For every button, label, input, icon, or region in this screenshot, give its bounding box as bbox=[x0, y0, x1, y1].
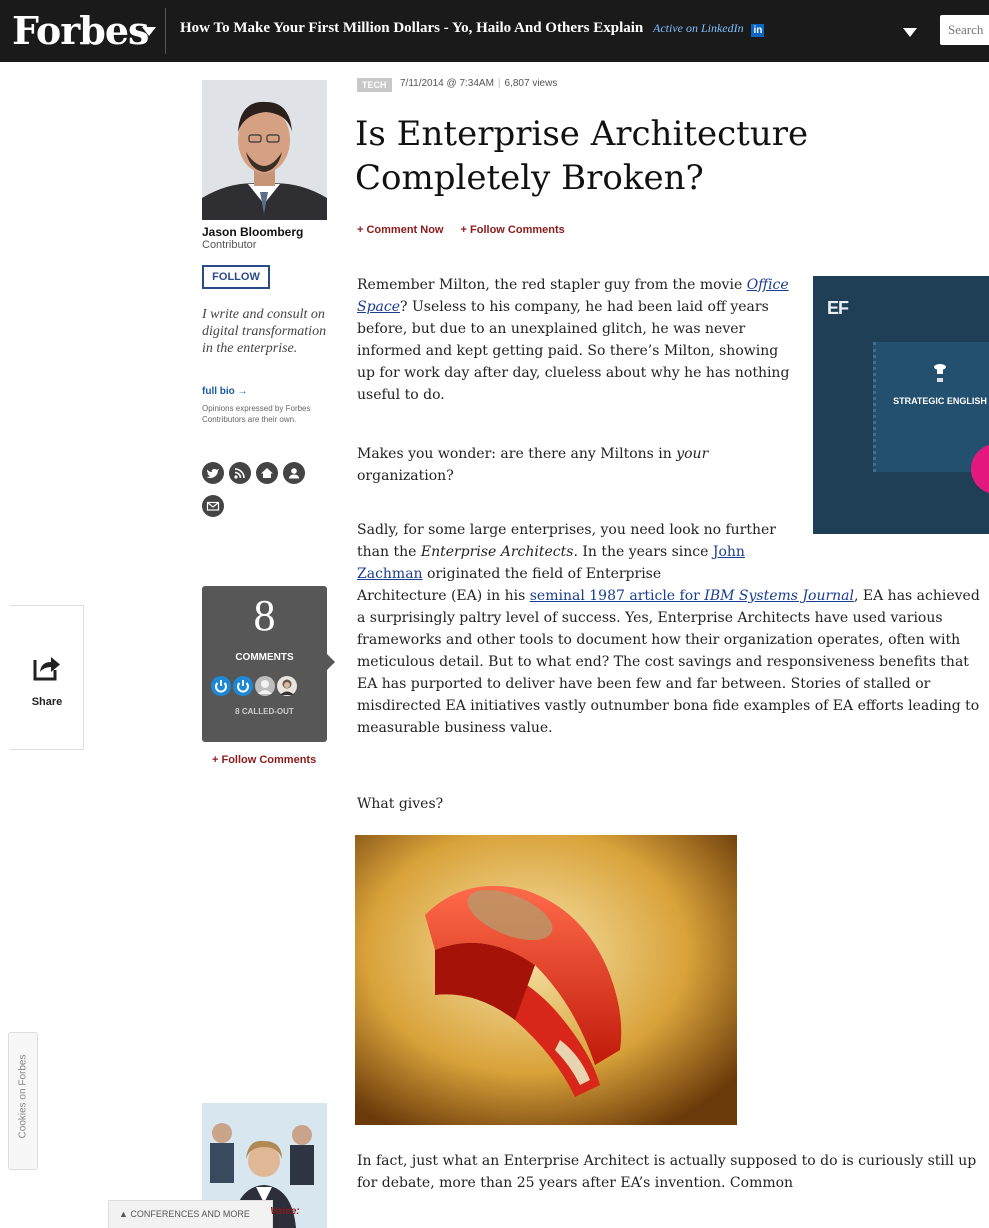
paragraph-text: Remember Milton, the red stapler guy fro… bbox=[357, 277, 747, 293]
follow-comments-link[interactable]: + Follow Comments bbox=[461, 224, 565, 236]
article-paragraph: Makes you wonder: are there any Miltons … bbox=[357, 443, 797, 487]
article-paragraph: Sadly, for some large enterprises, you n… bbox=[357, 519, 797, 585]
red-stapler-image bbox=[355, 835, 737, 1125]
cookies-label: Cookies on Forbes bbox=[17, 1054, 29, 1139]
paragraph-text: , EA has achieved a surprisingly paltry … bbox=[357, 588, 980, 736]
comment-actions: + Comment Now + Follow Comments bbox=[357, 224, 579, 236]
paragraph-text: Makes you wonder: are there any Miltons … bbox=[357, 446, 677, 462]
article-meta: 7/11/2014 @ 7:34AM | 6,807 views bbox=[400, 78, 557, 89]
comment-now-link[interactable]: + Comment Now bbox=[357, 224, 443, 236]
emphasis: your bbox=[676, 446, 709, 462]
hat-icon bbox=[934, 364, 946, 382]
headline-dropdown-icon[interactable] bbox=[903, 28, 917, 37]
author-bio: I write and consult on digital transform… bbox=[202, 307, 327, 356]
power-user-icon[interactable] bbox=[211, 676, 231, 696]
advertisement[interactable]: EF STRATEGIC ENGLISH bbox=[813, 276, 989, 534]
promoted-headline[interactable]: How To Make Your First Million Dollars -… bbox=[180, 20, 765, 37]
headline-text[interactable]: How To Make Your First Million Dollars -… bbox=[180, 20, 643, 36]
author-photo[interactable] bbox=[202, 80, 327, 220]
brandvoice-label[interactable]: Voice: bbox=[270, 1206, 300, 1217]
search-input[interactable] bbox=[940, 15, 989, 45]
commenter-avatar[interactable] bbox=[277, 676, 297, 696]
power-user-icon[interactable] bbox=[233, 676, 253, 696]
view-count: 6,807 views bbox=[504, 78, 558, 89]
paragraph-text: Architecture (EA) in his bbox=[357, 588, 530, 604]
paragraph-text: ? Useless to his company, he had been la… bbox=[357, 299, 790, 403]
follow-author-button[interactable]: FOLLOW bbox=[202, 265, 270, 289]
profile-icon[interactable] bbox=[283, 462, 305, 484]
called-out-count: 8 CALLED-OUT bbox=[235, 707, 294, 716]
author-role: Contributor bbox=[202, 239, 257, 251]
author-name[interactable]: Jason Bloomberg bbox=[202, 225, 303, 239]
rss-icon[interactable] bbox=[229, 462, 251, 484]
conferences-bar[interactable]: ▲ CONFERENCES AND MORE bbox=[108, 1200, 273, 1228]
menu-caret-icon[interactable] bbox=[142, 27, 156, 36]
article-paragraph: In fact, just what an Enterprise Archite… bbox=[357, 1153, 977, 1191]
paragraph-text: originated the field of Enterprise bbox=[422, 566, 662, 582]
divider bbox=[165, 8, 166, 54]
follow-comments-link[interactable]: + Follow Comments bbox=[212, 754, 316, 766]
commenter-avatar[interactable] bbox=[255, 676, 275, 696]
share-panel[interactable]: Share bbox=[10, 605, 84, 750]
ibm-systems-journal-link[interactable]: seminal 1987 article for IBM Systems Jou… bbox=[530, 588, 854, 604]
forbes-logo[interactable]: Forbes bbox=[12, 8, 149, 53]
twitter-icon[interactable] bbox=[202, 462, 224, 484]
ad-book-cover bbox=[873, 342, 989, 472]
author-social-links bbox=[202, 462, 332, 528]
article-paragraph: Remember Milton, the red stapler guy fro… bbox=[357, 274, 797, 406]
comments-label: COMMENTS bbox=[235, 652, 294, 663]
linkedin-icon: in bbox=[751, 24, 765, 37]
emphasis: Enterprise Architects bbox=[420, 544, 574, 560]
home-icon[interactable] bbox=[256, 462, 278, 484]
share-icon[interactable] bbox=[32, 652, 62, 682]
meta-separator: | bbox=[497, 78, 501, 89]
full-bio-link[interactable]: full bio → bbox=[202, 386, 248, 397]
comments-widget[interactable]: 8 COMMENTS 8 CALLED-OUT bbox=[202, 586, 335, 742]
paragraph-text: . In the years since bbox=[573, 544, 713, 560]
paragraph-text: organization? bbox=[357, 468, 454, 484]
article-paragraph: What gives? bbox=[357, 796, 444, 812]
ad-logo: EF bbox=[827, 298, 849, 318]
share-label: Share bbox=[31, 696, 63, 708]
commenter-avatars bbox=[211, 676, 299, 696]
email-icon[interactable] bbox=[202, 495, 224, 517]
active-on-linkedin: Active on LinkedIn bbox=[653, 21, 744, 35]
top-navigation-bar: Forbes How To Make Your First Million Do… bbox=[0, 0, 989, 62]
channel-tag[interactable]: TECH bbox=[357, 78, 392, 92]
ad-title: STRATEGIC ENGLISH bbox=[893, 396, 987, 406]
cookies-tab[interactable]: Cookies on Forbes bbox=[8, 1032, 38, 1170]
opinions-disclaimer: Opinions expressed by Forbes Contributor… bbox=[202, 404, 311, 424]
publish-date: 7/11/2014 @ 7:34AM bbox=[400, 78, 494, 89]
article-paragraph: Architecture (EA) in his seminal 1987 ar… bbox=[357, 585, 987, 739]
comment-count: 8 bbox=[253, 591, 276, 640]
article-title: Is Enterprise Architecture Completely Br… bbox=[355, 114, 809, 198]
